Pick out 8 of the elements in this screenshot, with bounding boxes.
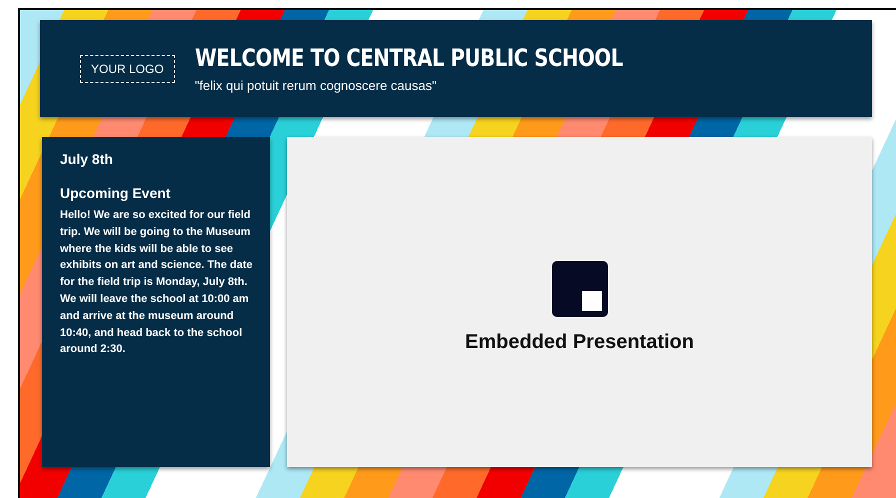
school-title: WELCOME TO CENTRAL PUBLIC SCHOOL <box>194 44 623 72</box>
presentation-icon <box>552 260 608 316</box>
event-description: Hello! We are so excited for our field trip. We will be going to the Museum where the kids will be able to see exhibits on art and science. The date for the field trip is Monday, July 8th. We will leave the school at 10:00 am and arrive at the museum around 10:40, and head back to the school around 2:30. <box>60 208 254 358</box>
school-motto: "felix qui potuit rerum cognoscere causas" <box>194 78 438 93</box>
presentation-label: Embedded Presentation <box>465 330 694 354</box>
event-heading: Upcoming Event <box>60 185 172 201</box>
event-date: July 8th <box>60 151 114 167</box>
logo: YOUR LOGO <box>80 54 175 82</box>
